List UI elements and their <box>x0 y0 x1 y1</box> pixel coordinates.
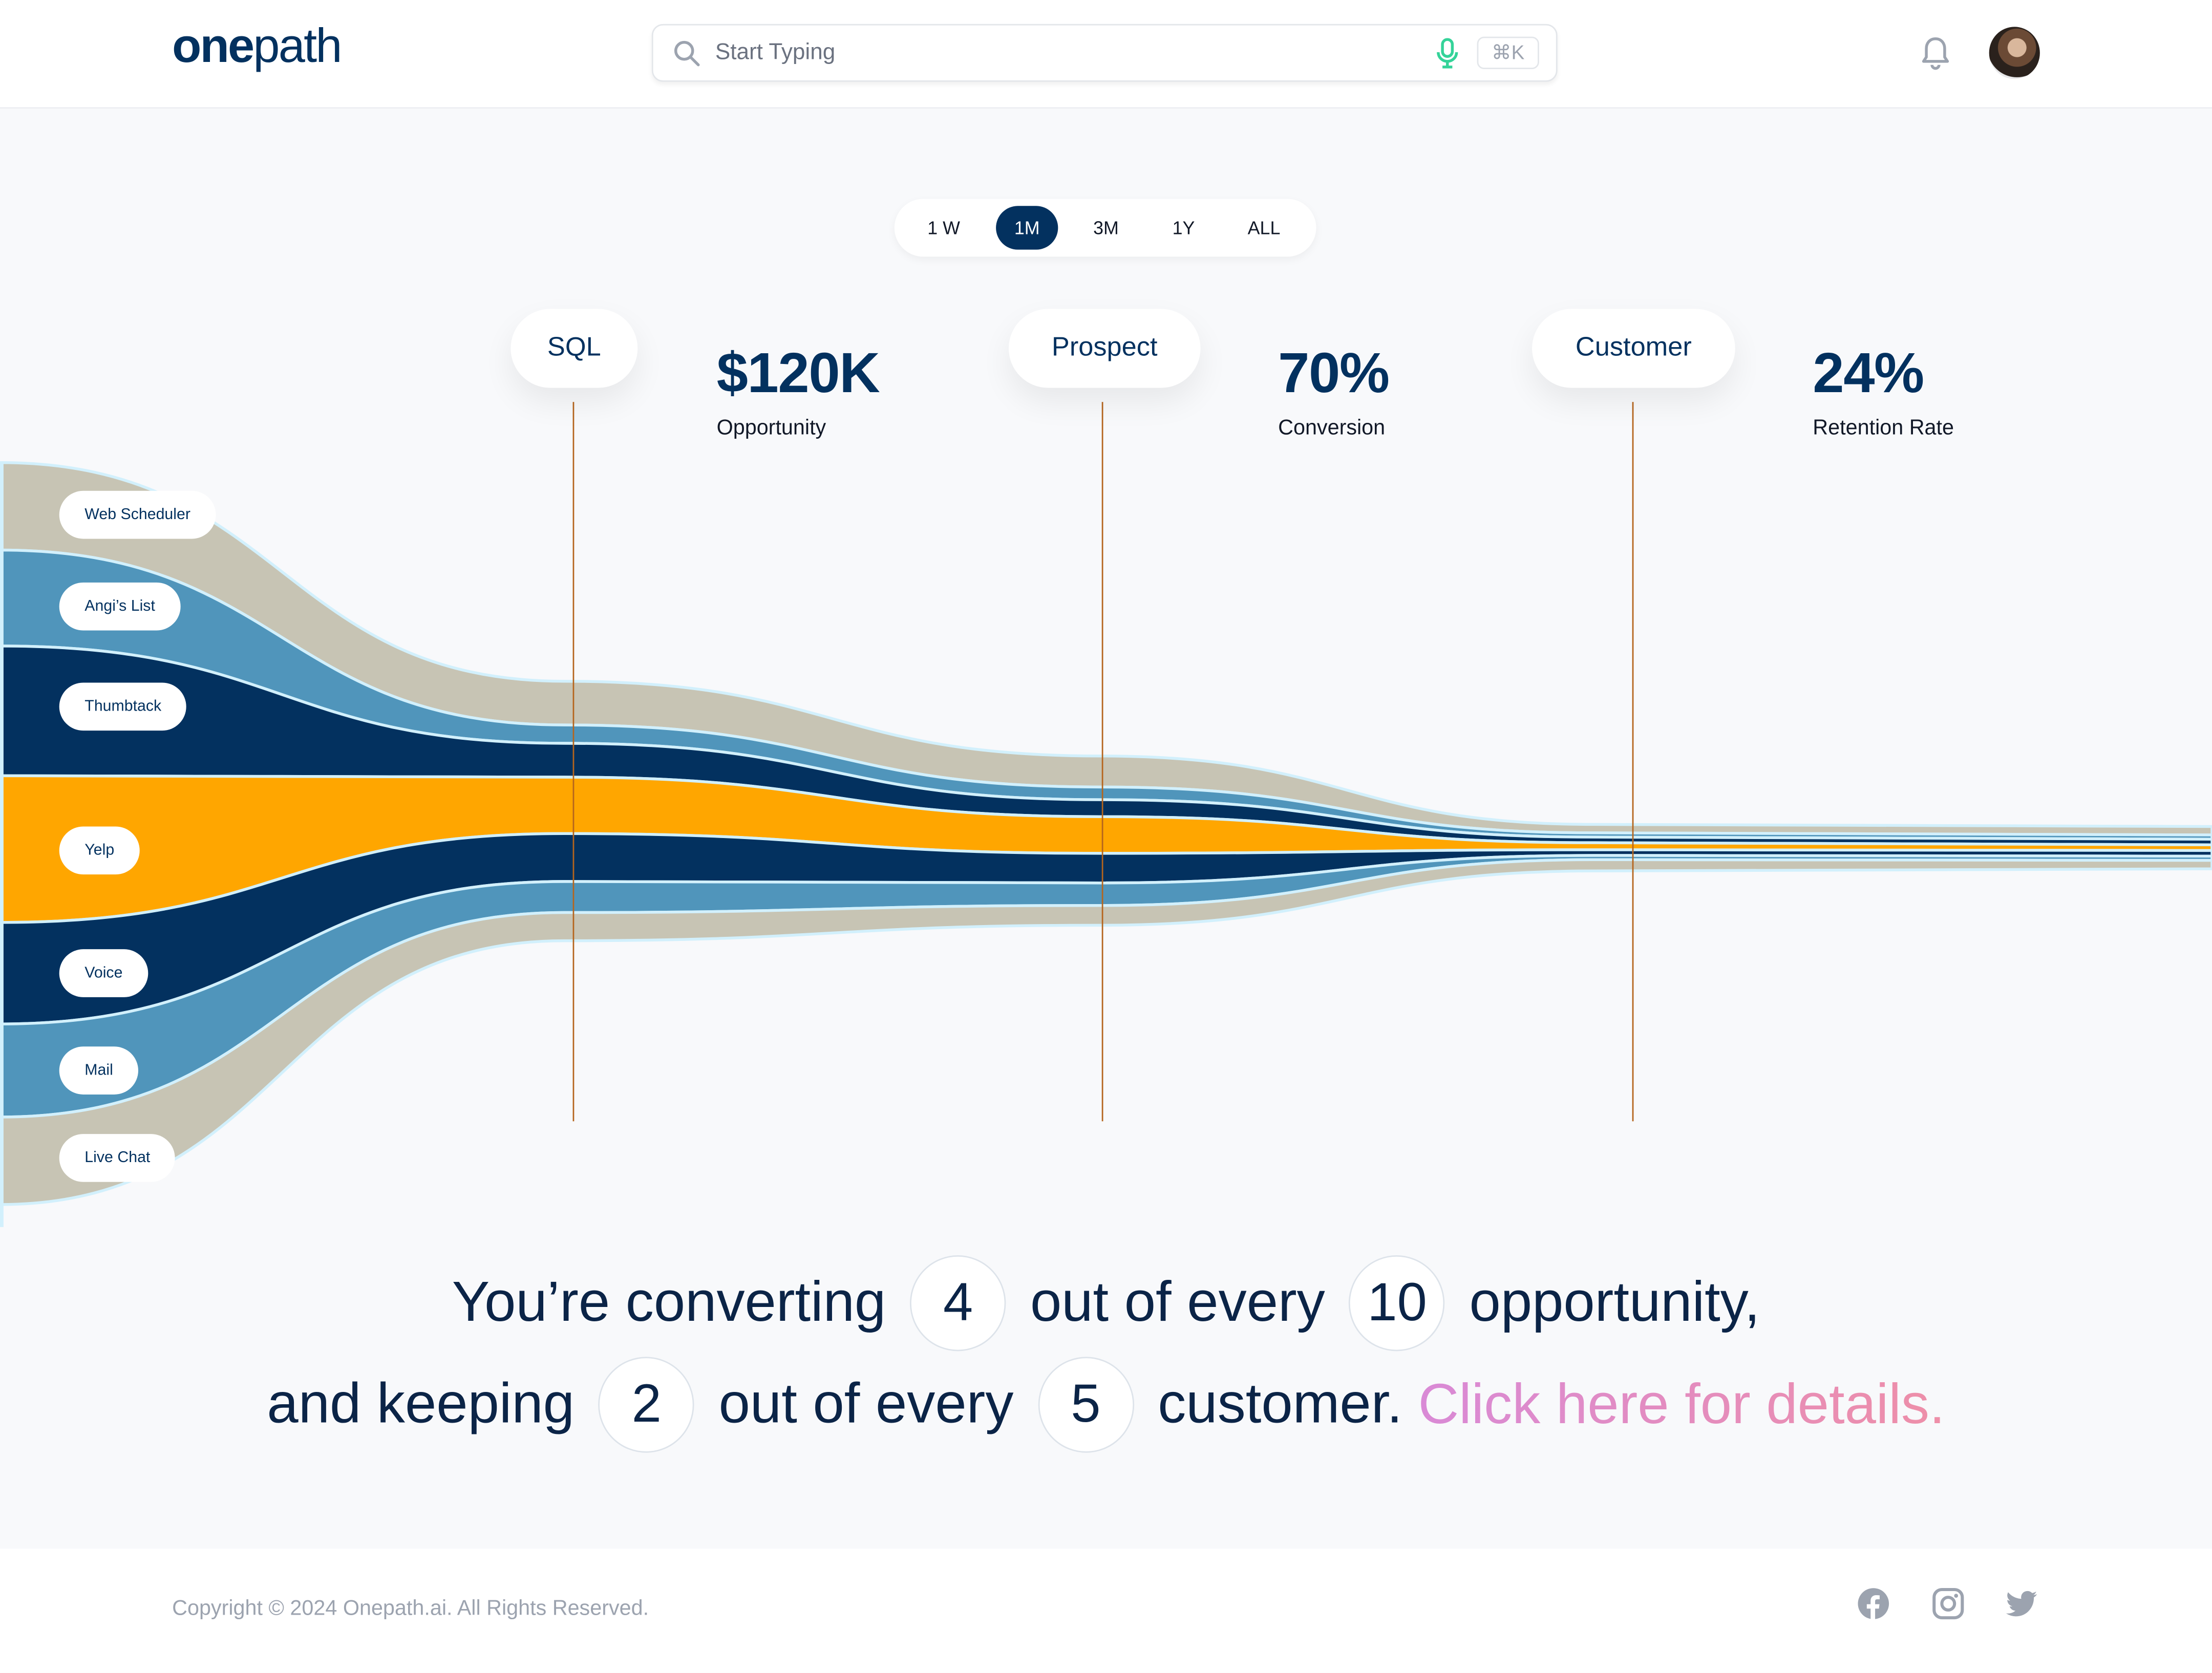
number-badge: 5 <box>1037 1357 1134 1453</box>
source-label-voice[interactable]: Voice <box>59 949 148 997</box>
number-badge: 10 <box>1349 1255 1445 1352</box>
summary-text: and keeping <box>267 1373 575 1435</box>
summary-line-2: and keeping 2 out of every 5 customer. C… <box>0 1357 2212 1453</box>
details-link[interactable]: Click here for details. <box>1418 1373 1945 1435</box>
summary-text: opportunity, <box>1469 1271 1760 1334</box>
summary-text: out of every <box>718 1373 1014 1435</box>
summary-line-1: You’re converting 4 out of every 10 oppo… <box>0 1255 2212 1352</box>
copyright-text: Copyright © 2024 Onepath.ai. All Rights … <box>172 1596 649 1621</box>
stage-pill-customer[interactable]: Customer <box>1532 309 1735 388</box>
metric-value-opportunity: $120K <box>716 342 880 405</box>
stage-line-customer <box>1632 402 1634 1122</box>
metric-value-conversion: 70% <box>1278 342 1390 405</box>
instagram-icon[interactable] <box>1931 1586 1965 1620</box>
metric-label-retention: Retention Rate <box>1813 416 1954 440</box>
twitter-icon[interactable] <box>2005 1586 2038 1620</box>
metric-label-opportunity: Opportunity <box>716 416 826 440</box>
source-label-angis-list[interactable]: Angi’s List <box>59 582 181 631</box>
facebook-icon[interactable] <box>1857 1586 1890 1621</box>
page: onepath Start Typing ⌘K 1 W 1M 3M 1Y ALL… <box>0 0 2212 1673</box>
stage-pill-sql[interactable]: SQL <box>511 309 638 388</box>
source-label-thumbtack[interactable]: Thumbtack <box>59 682 187 731</box>
stage-line-sql <box>572 402 575 1122</box>
source-label-live-chat[interactable]: Live Chat <box>59 1134 176 1182</box>
stage-line-prospect <box>1101 402 1103 1122</box>
summary-text: customer. <box>1158 1373 1402 1435</box>
summary-text: You’re converting <box>452 1271 886 1334</box>
source-label-yelp[interactable]: Yelp <box>59 826 140 875</box>
stage-pill-prospect[interactable]: Prospect <box>1008 309 1201 388</box>
number-badge: 2 <box>599 1357 695 1453</box>
number-badge: 4 <box>910 1255 1006 1352</box>
source-label-mail[interactable]: Mail <box>59 1046 139 1095</box>
summary-text: out of every <box>1030 1271 1325 1334</box>
metric-label-conversion: Conversion <box>1278 416 1386 440</box>
source-label-web-scheduler[interactable]: Web Scheduler <box>59 490 216 539</box>
footer: Copyright © 2024 Onepath.ai. All Rights … <box>0 1549 2212 1673</box>
funnel-flow-chart <box>0 461 2212 1227</box>
metric-value-retention: 24% <box>1813 342 1924 405</box>
